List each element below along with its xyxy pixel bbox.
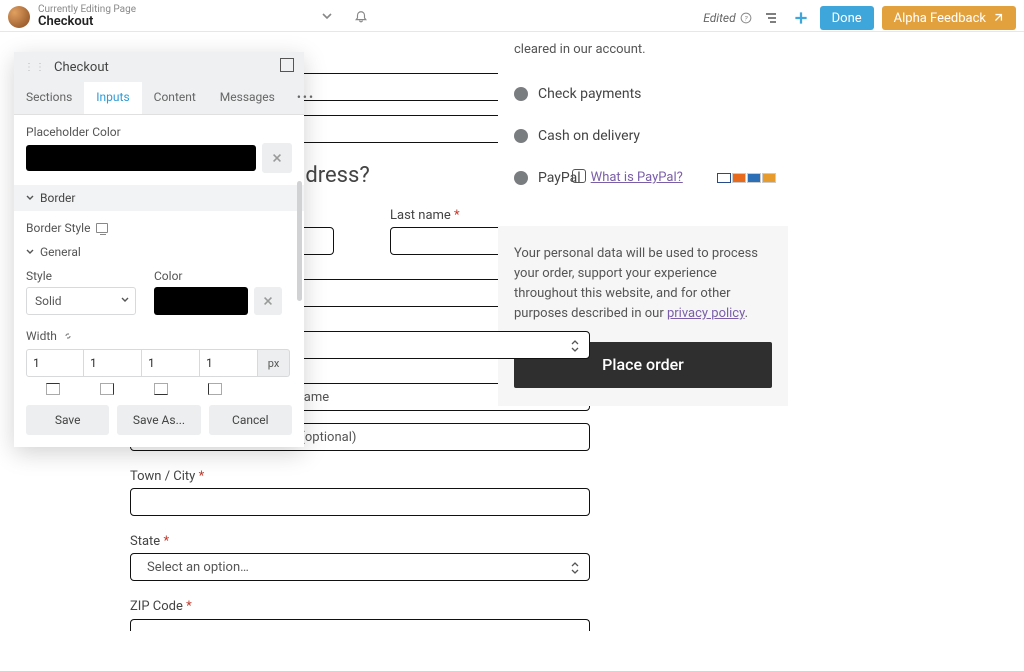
visa-icon (717, 173, 731, 183)
top-bar: Currently Editing Page Checkout Edited ?… (0, 0, 1024, 32)
external-link-icon (992, 12, 1004, 24)
state-select[interactable]: Select an option… (130, 553, 590, 581)
topbar-left: Currently Editing Page Checkout (8, 4, 136, 29)
width-inputs: 1 1 1 1 px (26, 349, 292, 377)
window-icon[interactable] (280, 58, 294, 76)
width-left[interactable]: 1 (200, 349, 258, 377)
radio-icon (514, 87, 528, 101)
topbar-right: Edited ? Done Alpha Feedback (703, 6, 1016, 30)
width-label-row: Width (26, 329, 292, 343)
tab-messages[interactable]: Messages (208, 82, 287, 114)
notifications-icon[interactable] (350, 10, 372, 24)
border-top-icon[interactable] (46, 383, 60, 395)
width-bottom[interactable]: 1 (142, 349, 200, 377)
width-top[interactable]: 1 (26, 349, 84, 377)
amex-icon (747, 173, 761, 183)
border-subsection: Border Style General Style Solid Color (26, 211, 292, 395)
panel-header[interactable]: ⋮⋮ Checkout (14, 52, 304, 82)
tab-inputs[interactable]: Inputs (84, 82, 141, 114)
border-bottom-icon[interactable] (154, 383, 168, 395)
placeholder-color-row (26, 143, 292, 173)
responsive-icon[interactable] (96, 223, 108, 233)
alpha-feedback-button[interactable]: Alpha Feedback (882, 6, 1016, 30)
tab-content[interactable]: Content (142, 82, 208, 114)
border-color-swatch[interactable] (154, 287, 248, 315)
placeholder-color-swatch[interactable] (26, 145, 256, 171)
chevron-down-icon (26, 194, 34, 202)
save-button[interactable]: Save (26, 405, 109, 435)
svg-text:?: ? (744, 14, 748, 22)
card-logos (717, 173, 776, 183)
privacy-box: Your personal data will be used to proce… (498, 226, 788, 407)
scrollbar-thumb[interactable] (297, 181, 302, 301)
tab-more[interactable]: ••• (287, 82, 325, 114)
outline-icon[interactable] (760, 7, 782, 29)
paypal-whatis-link[interactable]: What is PayPal? (591, 170, 683, 185)
done-button[interactable]: Done (820, 6, 874, 30)
clear-placeholder-color[interactable] (262, 143, 292, 173)
border-side-icons (26, 383, 292, 395)
chevron-updown-icon (567, 558, 583, 578)
width-unit[interactable]: px (258, 349, 290, 377)
drag-handle-icon[interactable]: ⋮⋮ (24, 62, 46, 73)
page-title: Checkout (38, 15, 136, 29)
border-style-label: Border Style (26, 221, 292, 235)
chevron-updown-icon (567, 336, 583, 356)
app-logo-icon (8, 6, 30, 28)
link-icon[interactable] (63, 331, 73, 341)
border-section-toggle[interactable]: Border (14, 185, 304, 211)
border-left-icon[interactable] (208, 383, 222, 395)
chevron-down-icon (121, 296, 129, 304)
discover-icon (762, 173, 776, 183)
mastercard-icon (732, 173, 746, 183)
placeholder-color-label: Placeholder Color (26, 125, 292, 139)
pay-cod[interactable]: Cash on delivery (514, 128, 776, 144)
radio-icon (514, 129, 528, 143)
help-icon[interactable]: ? (740, 12, 752, 24)
add-icon[interactable] (790, 7, 812, 29)
title-block: Currently Editing Page Checkout (38, 4, 136, 29)
privacy-link[interactable]: privacy policy (667, 306, 745, 321)
width-right[interactable]: 1 (84, 349, 142, 377)
style-label: Style (26, 269, 146, 283)
cleared-note: cleared in our account. (514, 40, 776, 60)
clear-border-color[interactable] (254, 287, 282, 315)
panel-footer: Save Save As... Cancel (14, 395, 304, 447)
chevron-down-icon (26, 248, 34, 256)
edit-panel: ⋮⋮ Checkout Sections Inputs Content Mess… (14, 52, 304, 447)
border-style-select[interactable]: Solid (26, 287, 136, 315)
save-as-button[interactable]: Save As... (117, 405, 200, 435)
ship-different-checkbox[interactable] (572, 169, 586, 183)
border-right-icon[interactable] (100, 383, 114, 395)
edited-status: Edited ? (703, 11, 751, 25)
style-color-row: Style Solid Color (26, 269, 292, 315)
panel-tabs: Sections Inputs Content Messages ••• (14, 82, 304, 115)
tab-sections[interactable]: Sections (14, 82, 84, 114)
pay-check[interactable]: Check payments (514, 86, 776, 102)
panel-title: Checkout (54, 60, 109, 75)
panel-body: Placeholder Color Border Border Style Ge… (14, 115, 304, 395)
general-toggle[interactable]: General (26, 245, 292, 259)
edited-label: Edited (703, 11, 735, 25)
cancel-button[interactable]: Cancel (209, 405, 292, 435)
color-label: Color (154, 269, 282, 283)
title-dropdown[interactable] (316, 10, 338, 22)
